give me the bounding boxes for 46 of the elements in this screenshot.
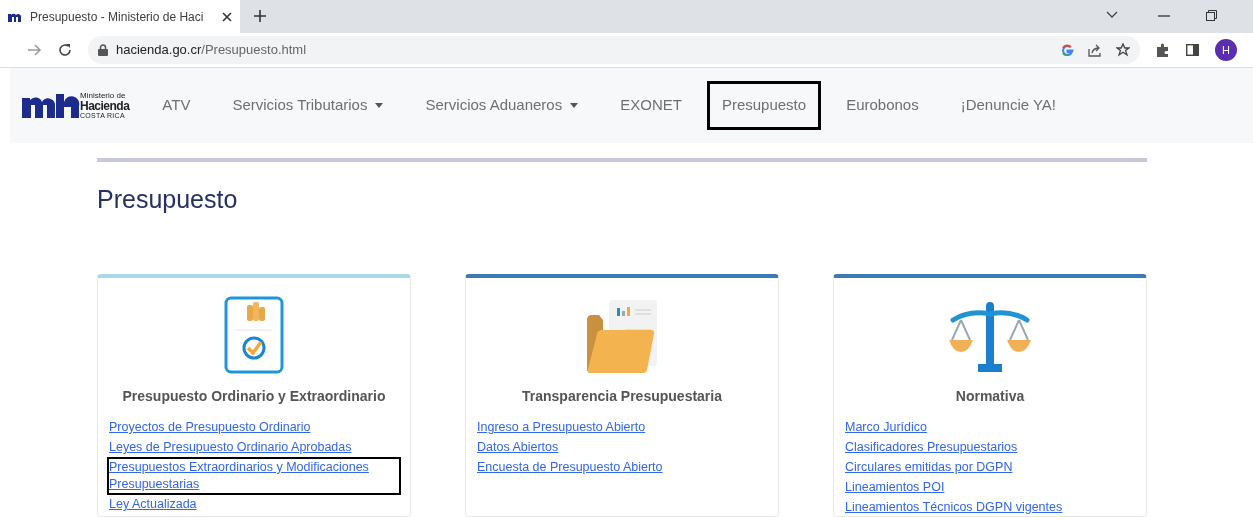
logo-icon[interactable] bbox=[22, 93, 80, 118]
nav-link[interactable]: EXONET bbox=[603, 83, 699, 128]
card-title: Presupuesto Ordinario y Extraordinario bbox=[121, 387, 387, 406]
card-link[interactable]: Circulares emitidas por DGPN bbox=[843, 457, 1137, 478]
forward-icon[interactable] bbox=[28, 44, 42, 56]
nav-link[interactable]: Servicios Aduaneros bbox=[408, 83, 596, 128]
chevron-down-icon[interactable] bbox=[1106, 11, 1118, 19]
side-panel-icon[interactable] bbox=[1186, 44, 1199, 56]
document-check-icon bbox=[224, 296, 284, 374]
extensions-icon[interactable] bbox=[1156, 43, 1170, 57]
card-title: Transparencia Presupuestaria bbox=[521, 387, 723, 406]
logo-text: Hacienda bbox=[80, 100, 130, 112]
restore-icon[interactable] bbox=[1206, 10, 1217, 21]
nav-link[interactable]: Eurobonos bbox=[829, 83, 936, 128]
card-link[interactable]: Clasificadores Presupuestarios bbox=[843, 437, 1137, 458]
favicon-icon bbox=[8, 11, 22, 22]
nav-link[interactable]: ¡Denuncie YA! bbox=[943, 83, 1074, 128]
card-link[interactable]: Marco Jurídico bbox=[843, 417, 1137, 438]
address-bar[interactable]: hacienda.go.cr/Presupuesto.html bbox=[88, 36, 1140, 64]
card-title: Normativa bbox=[954, 387, 1026, 406]
card-link[interactable]: Presupuestos Extraordinarios y Modificaciones Presupuestarias bbox=[107, 457, 401, 495]
lock-icon bbox=[98, 44, 108, 56]
card-link[interactable]: Ingreso a Presupuesto Abierto bbox=[475, 417, 769, 438]
star-icon[interactable] bbox=[1116, 43, 1130, 57]
card-link[interactable]: Proyectos de Presupuesto Ordinario bbox=[107, 417, 401, 438]
page-title: Presupuesto bbox=[97, 184, 239, 214]
nav-link[interactable]: Servicios Tributarios bbox=[215, 83, 401, 128]
card-link[interactable]: Lineamientos POI bbox=[843, 477, 1137, 498]
browser-tab[interactable]: Presupuesto - Ministerio de Haci bbox=[0, 0, 240, 33]
reload-icon[interactable] bbox=[58, 43, 72, 57]
nav-link[interactable]: Presupuesto bbox=[706, 81, 822, 130]
new-tab-icon[interactable] bbox=[254, 10, 266, 22]
card-link[interactable]: Ley Actualizada bbox=[107, 494, 401, 515]
close-icon[interactable] bbox=[222, 11, 232, 22]
card-link[interactable]: Lineamientos Técnicos DGPN vigentes bbox=[843, 497, 1137, 516]
url-text: hacienda.go.cr/Presupuesto.html bbox=[116, 41, 308, 60]
card-link[interactable]: Leyes de Presupuesto Ordinario Aprobadas bbox=[107, 437, 401, 458]
tab-title: Presupuesto - Ministerio de Haci bbox=[30, 8, 205, 26]
logo-text: Ministerio de bbox=[80, 92, 127, 100]
profile-avatar[interactable]: H bbox=[1215, 39, 1237, 61]
google-icon[interactable] bbox=[1061, 43, 1074, 57]
share-icon[interactable] bbox=[1088, 43, 1102, 57]
card-link[interactable]: Datos Abiertos bbox=[475, 437, 769, 458]
card-link[interactable]: Encuesta de Presupuesto Abierto bbox=[475, 457, 769, 478]
folder-chart-icon bbox=[587, 298, 657, 374]
nav-link[interactable]: ATV bbox=[145, 83, 208, 128]
